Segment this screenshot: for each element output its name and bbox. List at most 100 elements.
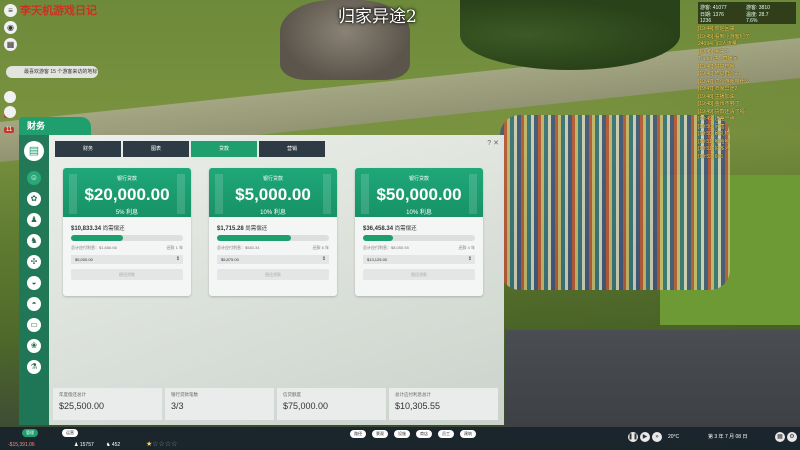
repay-amount-select[interactable]: $13,125.00	[363, 255, 475, 264]
summary-credit-limit: 信贷额度 $75,000.00	[277, 388, 386, 420]
loan-type: 银行贷款	[408, 176, 429, 182]
counter-alerts[interactable]: 11	[4, 103, 26, 133]
pillar-decoration	[361, 174, 369, 214]
settings-icon[interactable]: ⚙	[787, 432, 797, 442]
repay-progress-bar	[363, 235, 475, 241]
repay-loan-button[interactable]: 偿还贷款	[363, 269, 475, 280]
chat-line: [19:46] 好好玩哈	[698, 63, 735, 70]
world-trees	[460, 0, 680, 70]
calendar-icon[interactable]: ▦	[775, 432, 785, 442]
person-icon	[4, 90, 16, 103]
menu-icon[interactable]: ≡	[4, 4, 17, 17]
pillar-decoration	[215, 174, 223, 214]
loan-term: 还款 4 年	[458, 245, 475, 250]
tab-finance[interactable]: 财务	[55, 141, 121, 157]
tool-button[interactable]: 商店	[416, 430, 432, 438]
summary-total-interest: 总计应付利息总计 $10,305.55	[389, 388, 498, 420]
tool-button[interactable]: 建筑	[460, 430, 476, 438]
tool-button[interactable]: 景观	[372, 430, 388, 438]
tool-button[interactable]: 员工	[438, 430, 454, 438]
research-icon[interactable]: ⚗	[27, 360, 41, 374]
chat-line: [19:51] 哈哈哈	[698, 138, 730, 145]
staff-icon[interactable]: ♟	[27, 213, 41, 227]
counter-value: 11	[4, 126, 15, 133]
fan-icon[interactable]: ✣	[27, 255, 41, 269]
chat-line: [19:47] 归家异途2	[698, 86, 738, 92]
fast-forward-button[interactable]: »	[652, 432, 662, 442]
summary-label: 信贷额度	[283, 392, 301, 397]
mode-operate-button[interactable]: 运营	[62, 429, 78, 437]
chat-line: [19:48] 主播加油	[698, 93, 735, 100]
tab-marketing[interactable]: 营销	[259, 141, 325, 157]
summary-value: $10,305.55	[395, 401, 441, 411]
chat-line: [19:47] 这个游戏叫什么	[698, 78, 750, 85]
mode-manage-button[interactable]: 管理	[22, 429, 38, 437]
interest-total: 总计应付利息：$1,666.66	[71, 245, 117, 250]
remaining-label: 尚需偿还	[394, 226, 417, 232]
paw-icon[interactable]: ✿	[27, 192, 41, 206]
notification-toast[interactable]: 最喜欢游客 15 个游客来访的地标	[6, 66, 98, 78]
world-crowd[interactable]	[500, 115, 730, 290]
chat-feed: [19:44] 欢迎回来 [19:45] 看到小游客们了 24094门口人流量 [19…	[698, 26, 796, 176]
stat: 7.6%	[746, 18, 758, 24]
tool-button[interactable]: 路径	[350, 430, 366, 438]
loan-card-body: $10,833.34 尚需偿还 总计应付利息：$1,666.66 还款 1 年 $…	[63, 217, 191, 280]
finance-side-nav: ▤ ☺ ✿ ♟ ♞ ✣ ◒ ◓ ▭ ❀ ⚗	[19, 135, 49, 425]
loan-meta: 总计应付利息：$1,666.66 还款 1 年	[71, 245, 183, 251]
play-button[interactable]: ▶	[640, 432, 650, 442]
flower-icon[interactable]: ❀	[27, 339, 41, 353]
repay-loan-button[interactable]: 偿还贷款	[217, 269, 329, 280]
loan-type: 银行贷款	[116, 176, 137, 182]
counter-guests[interactable]: 3	[4, 88, 26, 118]
visitors-icon[interactable]: ☺	[27, 171, 41, 185]
loan-card: 银行贷款 $5,000.00 10% 利息 $1,715.28 尚需偿还 总计应…	[209, 168, 337, 296]
repay-amount-select[interactable]: $5,000.00	[71, 255, 183, 264]
ledger-icon[interactable]: ▤	[24, 141, 44, 161]
remaining-value: $36,458.34	[363, 226, 394, 232]
camera-icon[interactable]: ◉	[4, 21, 17, 34]
loan-card: 银行贷款 $50,000.00 10% 利息 $36,458.34 尚需偿还 总…	[355, 168, 483, 296]
repay-progress-bar	[71, 235, 183, 241]
top-left-rail: ≡ ◉ ▦	[4, 4, 18, 55]
watermark: 李天机游戏日记	[20, 5, 97, 17]
pillar-decoration	[69, 174, 77, 214]
money-display[interactable]: -$15,391.06	[8, 440, 35, 450]
stat: 1236	[700, 18, 712, 24]
stat: 温度: 28.7	[746, 12, 769, 18]
tool-button[interactable]: 设施	[394, 430, 410, 438]
keeper-icon[interactable]: ♞	[27, 234, 41, 248]
chat-line: [19:48] 金币不够了	[698, 101, 740, 107]
rating-stars[interactable]: ★☆☆☆☆	[146, 440, 177, 450]
tab-charts[interactable]: 图表	[123, 141, 189, 157]
shop-icon[interactable]: ▭	[27, 318, 41, 332]
notification-text: 最喜欢游客 15 个游客来访的地标	[24, 69, 98, 75]
grid-icon[interactable]: ▦	[4, 38, 17, 51]
loan-remaining: $1,715.28 尚需偿还	[217, 224, 329, 232]
remaining-label: 尚需偿还	[102, 226, 125, 232]
loan-term: 还款 1 年	[166, 245, 183, 250]
summary-annual-repay: 年度偿还总计 $25,500.00	[53, 388, 162, 420]
summary-label: 总计应付利息总计	[395, 392, 431, 397]
repay-progress-bar	[217, 235, 329, 241]
pillar-decoration	[469, 174, 477, 214]
finance-tabs: 财务 图表 贷款 营销	[55, 137, 327, 157]
staff-count[interactable]: ♞ 452	[106, 440, 120, 450]
window-controls[interactable]: ? ✕	[487, 139, 499, 147]
stream-title: 归家异途2	[338, 7, 417, 27]
loan-card-body: $1,715.28 尚需偿还 总计应付利息：$583.34 还款 6 年 $5,8…	[209, 217, 337, 280]
repay-loan-button[interactable]: 偿还贷款	[71, 269, 183, 280]
drink-icon[interactable]: ◓	[27, 297, 41, 311]
stat: 日期: 1376	[700, 12, 724, 18]
tab-loans[interactable]: 贷款	[191, 141, 257, 157]
summary-value: $75,000.00	[283, 401, 329, 411]
repay-amount-select[interactable]: $5,875.00	[217, 255, 329, 264]
remaining-value: $1,715.28	[217, 226, 244, 232]
food-icon[interactable]: ◒	[27, 276, 41, 290]
loan-type: 银行贷款	[262, 176, 283, 182]
chat-line: Trader进入直播间	[698, 56, 738, 62]
pause-button[interactable]: ❚❚	[628, 432, 638, 442]
loan-rate: 5% 利息	[115, 210, 139, 216]
remaining-label: 尚需偿还	[245, 226, 268, 232]
guest-count[interactable]: ♟ 15757	[74, 440, 94, 450]
staff-count-value: 452	[111, 442, 121, 448]
